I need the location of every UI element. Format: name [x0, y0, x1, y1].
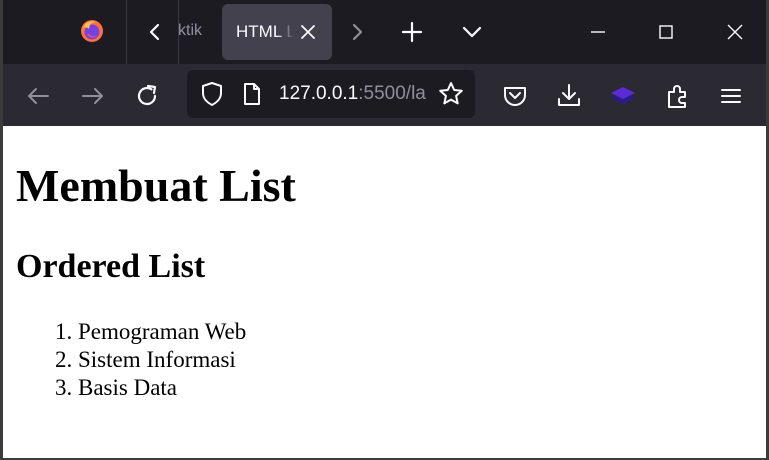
- arrow-right-icon[interactable]: [78, 81, 108, 111]
- download-icon[interactable]: [554, 81, 584, 111]
- minimize-icon[interactable]: [583, 18, 613, 46]
- arrow-left-icon[interactable]: [23, 81, 53, 111]
- pocket-icon[interactable]: [500, 81, 530, 111]
- chevron-down-icon[interactable]: [458, 18, 486, 46]
- layers-icon[interactable]: [608, 81, 638, 111]
- puzzle-icon[interactable]: [663, 81, 693, 111]
- chevron-right-icon[interactable]: [343, 18, 371, 46]
- list-item: Basis Data: [78, 374, 246, 402]
- url-host: 127.0.0.1: [279, 83, 359, 104]
- url-text[interactable]: 127.0.0.1:5500/la: [279, 83, 437, 105]
- navigation-toolbar: 127.0.0.1:5500/la: [3, 64, 766, 126]
- ordered-list: Pemograman Web Sistem Informasi Basis Da…: [16, 318, 246, 402]
- maximize-icon[interactable]: [651, 18, 681, 46]
- star-icon[interactable]: [437, 80, 465, 108]
- tabstrip-divider: [126, 0, 127, 64]
- reload-icon[interactable]: [132, 81, 162, 111]
- page-icon[interactable]: [239, 81, 265, 107]
- shield-icon[interactable]: [199, 81, 225, 107]
- firefox-logo-icon[interactable]: [79, 18, 105, 44]
- close-window-icon[interactable]: [720, 18, 750, 46]
- hamburger-menu-icon[interactable]: [716, 81, 746, 111]
- page-content: Membuat List Ordered List Pemograman Web…: [3, 126, 766, 458]
- chevron-left-icon[interactable]: [141, 18, 169, 46]
- page-subheading: Ordered List: [16, 248, 206, 285]
- list-item: Pemograman Web: [78, 318, 246, 346]
- url-path: :5500/la: [358, 83, 426, 104]
- tab-strip: ktik HTML L: [3, 0, 766, 64]
- page-heading: Membuat List: [16, 160, 296, 211]
- tab-title: HTML L: [236, 22, 294, 41]
- tab-previous-label[interactable]: ktik: [178, 22, 208, 40]
- url-bar[interactable]: 127.0.0.1:5500/la: [187, 70, 475, 118]
- close-icon[interactable]: [298, 22, 318, 42]
- list-item: Sistem Informasi: [78, 346, 246, 374]
- browser-window: ktik HTML L 127.0.0.1:5500/la Membuat Li…: [0, 0, 769, 460]
- plus-icon[interactable]: [398, 18, 426, 46]
- tab-active[interactable]: HTML L: [222, 4, 332, 60]
